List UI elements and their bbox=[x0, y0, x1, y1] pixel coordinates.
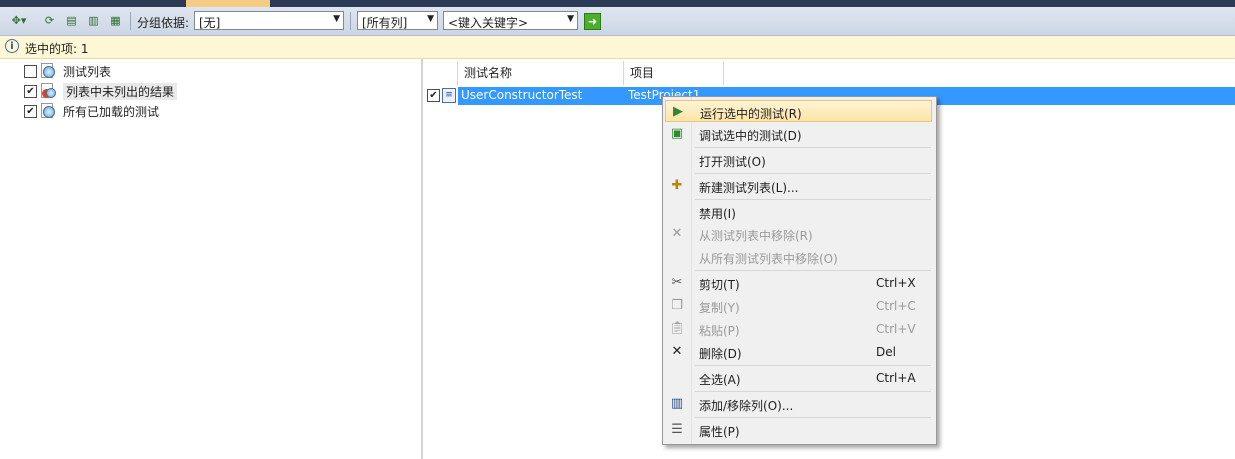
menu-separator bbox=[695, 147, 931, 148]
checkbox[interactable]: ✔ bbox=[24, 84, 37, 98]
checkbox[interactable] bbox=[24, 64, 37, 78]
chevron-down-icon: ▼ bbox=[333, 14, 340, 24]
column-header-test-name[interactable]: 测试名称 bbox=[458, 61, 624, 85]
columns-dropdown[interactable]: [所有列] ▼ bbox=[357, 11, 438, 30]
delete-icon: ✕ bbox=[671, 344, 683, 359]
menu-item-label: 新建测试列表(L)... bbox=[699, 181, 799, 195]
menu-item-label: 添加/移除列(O)... bbox=[699, 399, 794, 413]
menu-item-run-selected[interactable]: ▶ 运行选中的测试(R) bbox=[665, 100, 932, 122]
menu-item-label: 从所有测试列表中移除(O) bbox=[699, 252, 838, 266]
apply-filter-icon[interactable]: ➜ bbox=[584, 13, 601, 30]
scissors-icon: ✂ bbox=[671, 275, 683, 290]
columns-icon: ▥ bbox=[670, 396, 684, 411]
menu-shortcut: Ctrl+C bbox=[876, 299, 916, 313]
menu-item-label: 打开测试(O) bbox=[699, 155, 766, 169]
properties-icon: ☰ bbox=[671, 422, 683, 437]
tree-item-label: 测试列表 bbox=[63, 64, 112, 79]
menu-separator bbox=[695, 365, 931, 366]
test-list-icon bbox=[41, 63, 57, 79]
menu-item-disable[interactable]: 禁用(I) bbox=[665, 201, 932, 223]
menu-item-label: 删除(D) bbox=[699, 347, 742, 361]
menu-item-debug-selected[interactable]: ▣ 调试选中的测试(D) bbox=[665, 123, 932, 145]
active-document-tab[interactable] bbox=[186, 0, 270, 7]
menu-item-remove-from-all-lists: 从所有测试列表中移除(O) bbox=[665, 246, 932, 268]
menu-item-cut[interactable]: ✂ 剪切(T) Ctrl+X bbox=[665, 272, 932, 294]
info-bar: i 选中的项: 1 bbox=[0, 36, 1235, 59]
title-strip bbox=[0, 0, 1235, 7]
menu-item-remove-from-list: ✕ 从测试列表中移除(R) bbox=[665, 223, 932, 245]
new-test-list-icon: ✚ bbox=[671, 178, 683, 193]
menu-item-label: 运行选中的测试(R) bbox=[700, 107, 802, 121]
menu-item-properties[interactable]: ☰ 属性(P) bbox=[665, 419, 932, 441]
menu-separator bbox=[695, 270, 931, 271]
unlisted-results-icon bbox=[41, 83, 57, 99]
menu-item-delete[interactable]: ✕ 删除(D) Del bbox=[665, 341, 932, 363]
menu-separator bbox=[695, 417, 931, 418]
menu-item-label: 从测试列表中移除(R) bbox=[699, 229, 813, 243]
keyword-input[interactable]: <键入关键字> ▼ bbox=[443, 11, 578, 30]
chevron-down-icon: ▼ bbox=[427, 14, 434, 24]
toolbar: ✥▾ ⟳ ▤ ▥ ▦ 分组依据: [无] ▼ [所有列] ▼ <键入关键字> ▼… bbox=[0, 7, 1235, 36]
menu-item-new-test-list[interactable]: ✚ 新建测试列表(L)... bbox=[665, 175, 932, 197]
paste-icon: 📋︎ bbox=[669, 321, 686, 336]
menu-item-copy: ❐ 复制(Y) Ctrl+C bbox=[665, 295, 932, 317]
tree-item-label: 列表中未列出的结果 bbox=[63, 82, 178, 100]
info-icon: i bbox=[5, 39, 19, 53]
group-by-dropdown[interactable]: [无] ▼ bbox=[194, 11, 344, 30]
group-by-value: [无] bbox=[199, 16, 221, 30]
debug-icon: ▣ bbox=[670, 126, 684, 141]
menu-item-select-all[interactable]: 全选(A) Ctrl+A bbox=[665, 367, 932, 389]
loaded-tests-icon bbox=[41, 103, 57, 119]
menu-item-label: 调试选中的测试(D) bbox=[699, 129, 802, 143]
column-header-project[interactable]: 项目 bbox=[624, 61, 724, 85]
properties-icon[interactable]: ▦ bbox=[107, 12, 124, 29]
copy-icon: ❐ bbox=[671, 298, 683, 313]
selected-count-text: 选中的项: 1 bbox=[25, 42, 89, 56]
menu-item-label: 粘贴(P) bbox=[699, 324, 740, 338]
menu-shortcut: Del bbox=[876, 345, 896, 359]
import-icon[interactable]: ▥ bbox=[85, 12, 102, 29]
menu-item-open-test[interactable]: 打开测试(O) bbox=[665, 149, 932, 171]
tree-item-all-loaded-tests[interactable]: ✔ 所有已加载的测试 bbox=[24, 102, 159, 120]
cell-test-name: UserConstructorTest bbox=[461, 88, 583, 102]
toolbar-separator bbox=[350, 12, 351, 30]
load-tests-icon[interactable]: ▤ bbox=[63, 12, 80, 29]
group-by-label: 分组依据: bbox=[137, 16, 190, 30]
tree-item-label: 所有已加载的测试 bbox=[63, 104, 160, 119]
run-tests-icon[interactable]: ✥▾ bbox=[6, 12, 32, 29]
column-header-select[interactable] bbox=[423, 61, 458, 85]
test-list-tree: 测试列表 ✔ 列表中未列出的结果 ✔ 所有已加载的测试 bbox=[0, 59, 422, 459]
menu-separator bbox=[695, 391, 931, 392]
menu-shortcut: Ctrl+V bbox=[876, 322, 916, 336]
run-icon: ▶ bbox=[673, 104, 683, 119]
remove-icon: ✕ bbox=[671, 226, 683, 241]
keyword-value: <键入关键字> bbox=[448, 16, 529, 30]
row-checkbox[interactable]: ✔ bbox=[427, 89, 440, 102]
chevron-down-icon: ▼ bbox=[567, 14, 574, 24]
checkbox[interactable]: ✔ bbox=[24, 104, 37, 118]
menu-item-label: 剪切(T) bbox=[699, 278, 740, 292]
columns-value: [所有列] bbox=[362, 16, 408, 30]
menu-shortcut: Ctrl+A bbox=[876, 371, 916, 385]
menu-shortcut: Ctrl+X bbox=[876, 276, 916, 290]
unit-test-icon: ≡ bbox=[442, 88, 456, 103]
tree-item-unlisted-results[interactable]: ✔ 列表中未列出的结果 bbox=[24, 82, 178, 100]
menu-item-label: 全选(A) bbox=[699, 373, 741, 387]
tree-item-test-lists[interactable]: 测试列表 bbox=[24, 62, 111, 80]
menu-item-label: 禁用(I) bbox=[699, 207, 736, 221]
context-menu: ▶ 运行选中的测试(R) ▣ 调试选中的测试(D) 打开测试(O) ✚ 新建测试… bbox=[662, 96, 937, 445]
toolbar-separator bbox=[130, 12, 131, 30]
menu-separator bbox=[695, 173, 931, 174]
menu-item-add-remove-columns[interactable]: ▥ 添加/移除列(O)... bbox=[665, 393, 932, 415]
menu-item-label: 属性(P) bbox=[699, 425, 740, 439]
refresh-icon[interactable]: ⟳ bbox=[41, 12, 58, 29]
menu-item-paste: 📋︎ 粘贴(P) Ctrl+V bbox=[665, 318, 932, 340]
menu-item-label: 复制(Y) bbox=[699, 301, 740, 315]
menu-separator bbox=[695, 199, 931, 200]
